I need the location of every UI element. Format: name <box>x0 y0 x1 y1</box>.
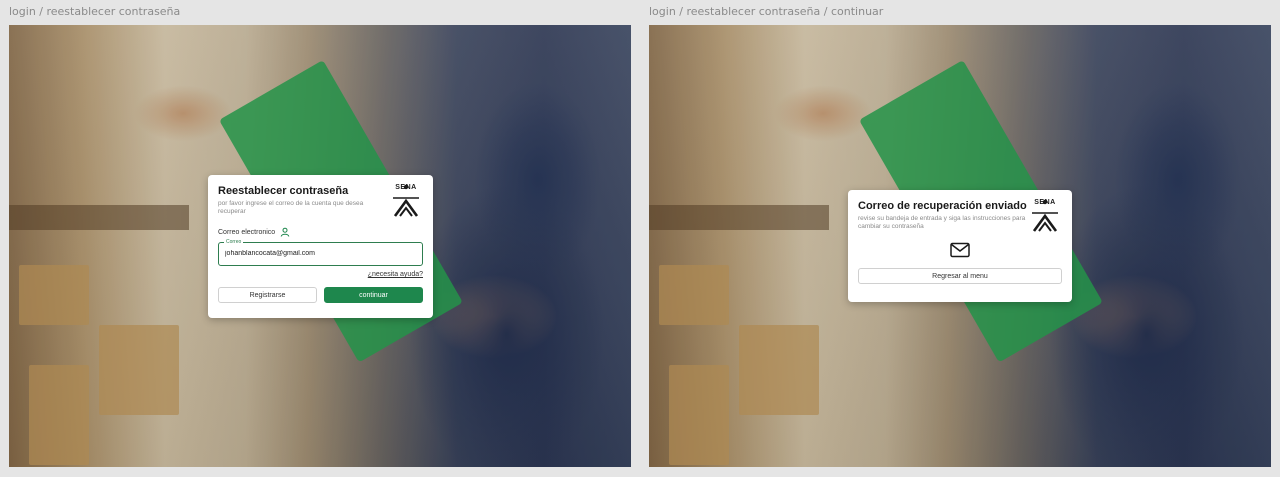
card-subtitle: por favor ingrese el correo de la cuenta… <box>218 200 364 215</box>
frame-reset-password: Reestablecer contraseña por favor ingres… <box>9 25 631 467</box>
help-link[interactable]: ¿necesita ayuda? <box>218 271 423 278</box>
sena-logo: SENA <box>1028 199 1062 233</box>
email-input[interactable] <box>225 250 405 257</box>
sena-logo: SENA <box>389 184 423 218</box>
email-input-wrapper[interactable]: Correo <box>218 239 423 266</box>
continue-button[interactable]: continuar <box>324 287 423 303</box>
action-buttons: Registrarse continuar <box>218 287 423 303</box>
frame-recovery-sent: Correo de recuperación enviado revise su… <box>649 25 1271 467</box>
card-subtitle: revise su bandeja de entrada y siga las … <box>858 215 1026 230</box>
user-icon <box>280 227 290 237</box>
frame-label-reset: login / reestablecer contraseña <box>9 5 181 18</box>
mail-icon <box>950 242 970 258</box>
register-button[interactable]: Registrarse <box>218 287 317 303</box>
frame-label-continue: login / reestablecer contraseña / contin… <box>649 5 884 18</box>
email-input-float-label: Correo <box>224 239 244 245</box>
email-field-label: Correo electronico <box>218 228 276 236</box>
reset-password-card: Reestablecer contraseña por favor ingres… <box>208 175 433 318</box>
email-field-label-row: Correo electronico <box>218 227 423 237</box>
back-to-menu-button[interactable]: Regresar al menu <box>858 268 1062 284</box>
recovery-sent-card: Correo de recuperación enviado revise su… <box>848 190 1072 302</box>
